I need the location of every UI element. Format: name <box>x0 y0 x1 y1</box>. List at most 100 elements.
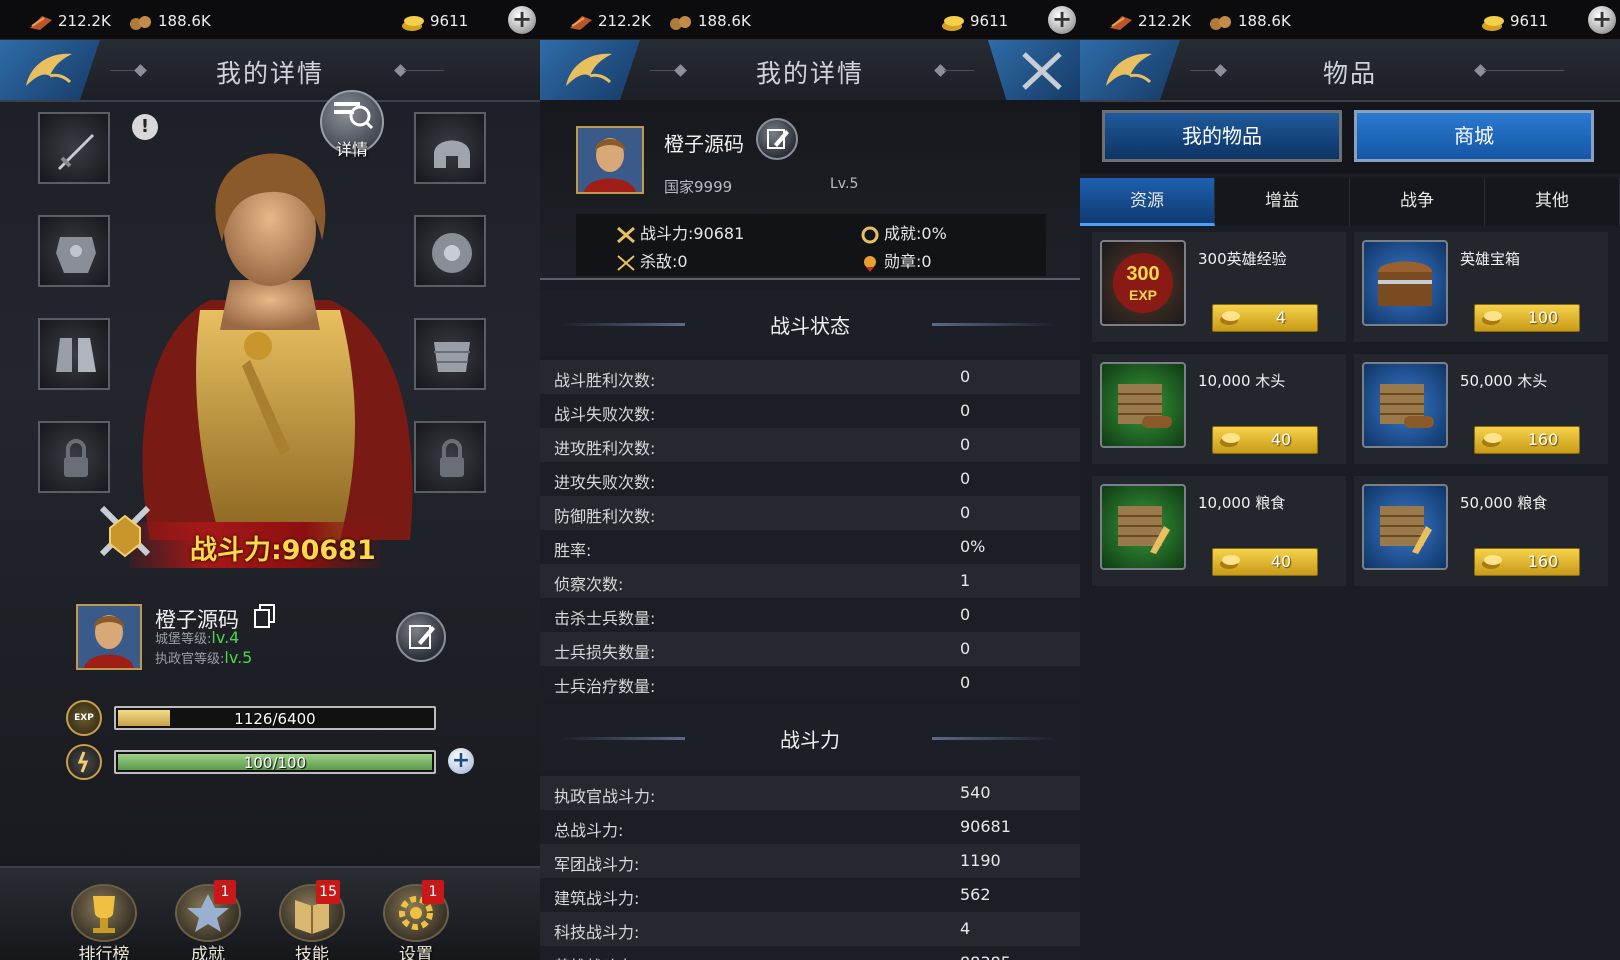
wood-resource[interactable]: 212.2K <box>1108 9 1191 33</box>
stat-label: 击杀士兵数量: <box>554 609 656 628</box>
buy-button[interactable]: 100 <box>1474 304 1580 332</box>
chest-armor-slot[interactable] <box>38 215 110 287</box>
item-name: 英雄宝箱 <box>1460 250 1521 268</box>
magnifier-icon <box>334 102 374 130</box>
stat-value: 4 <box>960 919 971 938</box>
tab-war[interactable]: 战争 <box>1350 178 1485 226</box>
gold-resource[interactable]: 9611 <box>400 9 468 33</box>
buy-button[interactable]: 40 <box>1212 548 1318 576</box>
wood-resource[interactable]: 212.2K <box>28 9 111 33</box>
avatar[interactable] <box>576 126 644 194</box>
stat-label: 总战斗力: <box>554 821 624 840</box>
gold-resource[interactable]: 9611 <box>940 9 1008 33</box>
stat-row: 战斗失败次数: 0 <box>540 394 1080 428</box>
stat-value: 90681 <box>960 817 1011 836</box>
shop-item-card[interactable]: 300 EXP 300英雄经验 4 <box>1092 232 1346 342</box>
boots-icon <box>56 338 96 372</box>
boots-slot[interactable] <box>38 318 110 390</box>
medals-value: 勋章:0 <box>884 252 932 271</box>
wood-resource[interactable]: 212.2K <box>568 9 651 33</box>
achievement-button[interactable]: 1 成就 <box>168 880 248 960</box>
alert-icon[interactable]: ! <box>132 114 158 140</box>
lock-icon <box>64 439 88 477</box>
details-button[interactable]: 详情 <box>320 90 384 159</box>
locked-slot-left[interactable] <box>38 421 110 493</box>
shop-item-card[interactable]: 10,000 木头 40 <box>1092 354 1346 464</box>
item-price: 40 <box>1270 552 1292 571</box>
gold-coins-icon <box>1482 311 1502 325</box>
add-gold-button[interactable]: + <box>1048 6 1076 34</box>
food-crate-icon <box>1100 484 1186 570</box>
chest-armor-icon <box>56 237 96 273</box>
gauntlet-slot[interactable] <box>414 318 486 390</box>
item-price: 100 <box>1527 308 1559 327</box>
gold-coins-icon <box>1480 12 1506 32</box>
ranking-button[interactable]: 排行榜 <box>64 884 144 960</box>
power-value: 战斗力:90681 <box>640 224 745 243</box>
food-resource[interactable]: 188.6K <box>668 9 751 33</box>
shield-icon <box>432 233 472 273</box>
stat-label: 进攻失败次数: <box>554 473 656 492</box>
stat-row: 英雄战斗力: 88385 <box>540 946 1080 960</box>
add-gold-button[interactable]: + <box>1588 6 1616 34</box>
shop-item-card[interactable]: 英雄宝箱 100 <box>1354 232 1608 342</box>
battle-status-header: 战斗状态 <box>540 290 1080 356</box>
item-price: 160 <box>1527 430 1559 449</box>
edit-profile-button[interactable] <box>756 118 798 160</box>
stat-value: 0 <box>960 673 971 692</box>
stat-value: 562 <box>960 885 991 904</box>
buy-button[interactable]: 4 <box>1212 304 1318 332</box>
stat-row: 侦察次数: 1 <box>540 564 1080 598</box>
page-title: 我的详情 <box>215 59 324 88</box>
shield-slot[interactable] <box>414 215 486 287</box>
tab-resources[interactable]: 资源 <box>1080 178 1215 226</box>
panel-header: 我的详情 <box>540 40 1080 102</box>
category-tabs: 资源 增益 战争 其他 <box>1080 178 1620 226</box>
shop-item-card[interactable]: 10,000 粮食 40 <box>1092 476 1346 586</box>
food-resource[interactable]: 188.6K <box>1208 9 1291 33</box>
achievement-value: 成就:0% <box>884 224 947 243</box>
shop-item-card[interactable]: 50,000 粮食 160 <box>1354 476 1608 586</box>
gold-amount: 9611 <box>430 12 469 30</box>
avatar[interactable] <box>76 604 142 670</box>
items-panel: 212.2K 188.6K 9611 + 物品 我的物品 商城 资源 增益 战争… <box>1080 0 1620 960</box>
ranking-label: 排行榜 <box>78 945 130 960</box>
stat-row: 执政官战斗力: 540 <box>540 776 1080 810</box>
stat-label: 英雄战斗力: <box>554 953 639 960</box>
item-name: 10,000 木头 <box>1198 372 1286 390</box>
shop-item-card[interactable]: 50,000 木头 160 <box>1354 354 1608 464</box>
details-label: 详情 <box>335 140 368 159</box>
gold-resource[interactable]: 9611 <box>1480 9 1548 33</box>
buy-button[interactable]: 40 <box>1212 426 1318 454</box>
stat-row: 建筑战斗力: 562 <box>540 878 1080 912</box>
skills-button[interactable]: 15 技能 <box>272 880 352 960</box>
helmet-icon <box>434 140 470 168</box>
tab-boosts[interactable]: 增益 <box>1215 178 1350 226</box>
settings-button[interactable]: 1 设置 <box>376 880 456 960</box>
edit-profile-button[interactable] <box>396 612 446 662</box>
buy-button[interactable]: 160 <box>1474 426 1580 454</box>
tab-shop[interactable]: 商城 <box>1354 110 1594 162</box>
achievement-label: 成就 <box>191 945 225 960</box>
stat-value: 0 <box>960 503 971 522</box>
panel-header: 物品 <box>1080 40 1620 102</box>
close-button[interactable] <box>988 40 1080 100</box>
weapon-slot[interactable] <box>38 112 110 184</box>
stat-row: 战斗胜利次数: 0 <box>540 360 1080 394</box>
helmet-slot[interactable] <box>414 112 486 184</box>
tab-other[interactable]: 其他 <box>1485 178 1620 226</box>
stat-row: 进攻胜利次数: 0 <box>540 428 1080 462</box>
buy-button[interactable]: 160 <box>1474 548 1580 576</box>
medals-stat: 勋章:0 <box>860 248 932 272</box>
add-stamina-button[interactable]: + <box>448 748 474 774</box>
food-resource[interactable]: 188.6K <box>128 9 211 33</box>
copy-icon[interactable] <box>254 604 276 628</box>
add-gold-button[interactable]: + <box>508 6 536 34</box>
skills-badge: 15 <box>316 880 340 904</box>
svg-text:EXP: EXP <box>1129 287 1157 303</box>
lock-icon <box>440 439 464 477</box>
tab-my-items[interactable]: 我的物品 <box>1102 110 1342 162</box>
locked-slot-right[interactable] <box>414 421 486 493</box>
player-name: 橙子源码 <box>664 132 744 156</box>
stat-value: 1 <box>960 571 971 590</box>
